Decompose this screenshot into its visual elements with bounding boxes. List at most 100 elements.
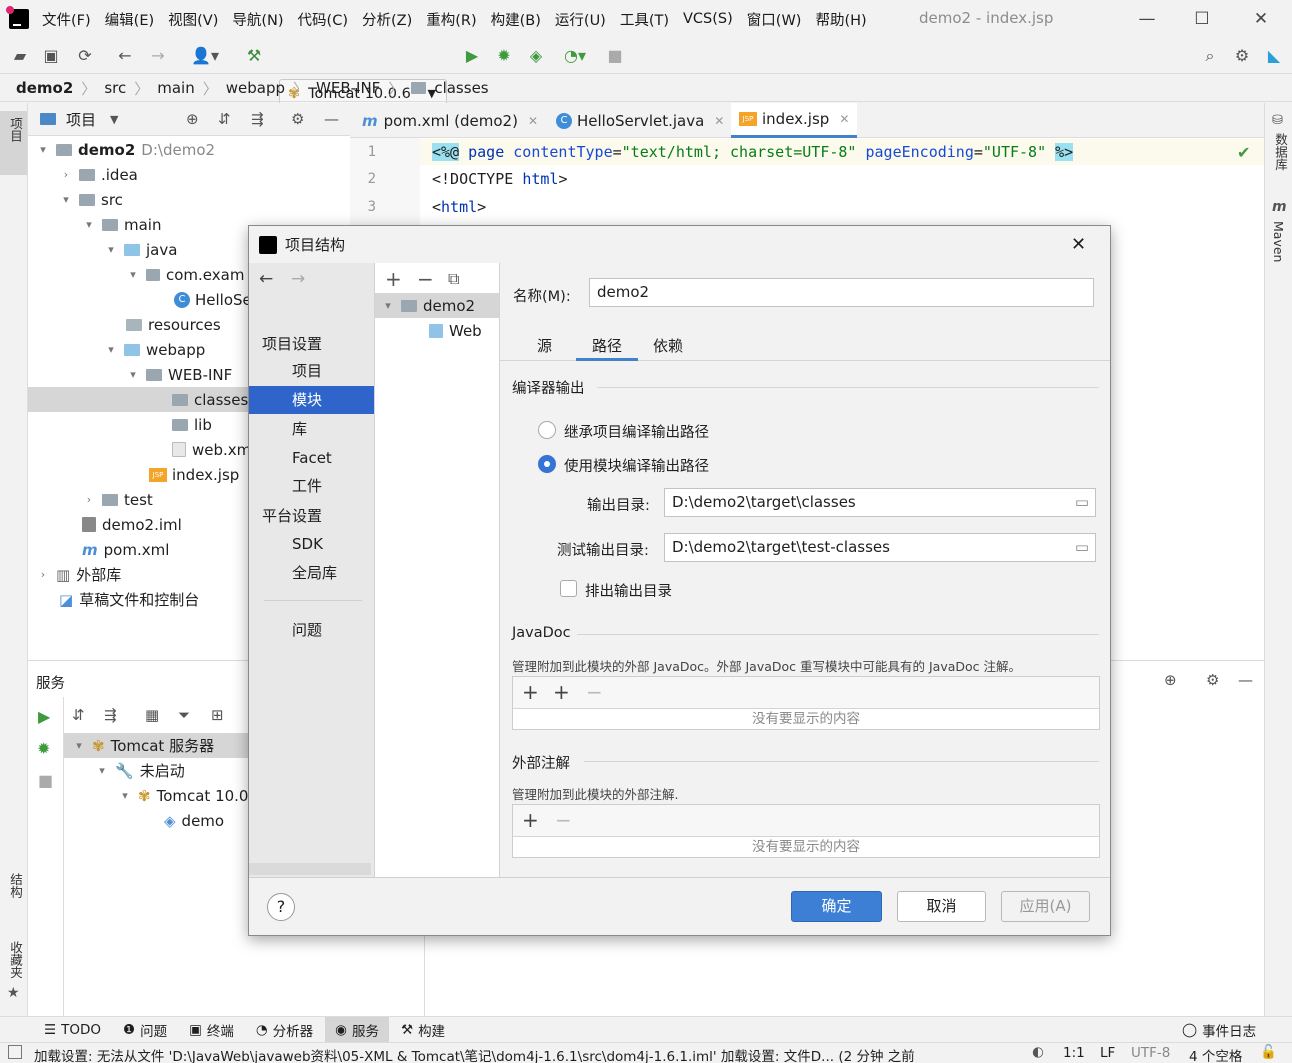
status-message[interactable]: 加载设置: 无法从文件 'D:\JavaWeb\javaweb资料\05-XML… [34,1045,994,1063]
filter-icon[interactable]: ⏷ [178,706,190,724]
exclude-output-checkbox[interactable] [560,580,577,597]
nav-item-artifacts[interactable]: 工件 [249,472,374,500]
tree-item[interactable]: ▾ com.exam [126,262,244,287]
nav-item-facets[interactable]: Facet [249,444,374,472]
code-line-1[interactable]: <%@ page contentType="text/html; charset… [432,143,1074,161]
services-tree-item[interactable]: ▾ 🔧 未启动 [95,758,184,783]
tree-item[interactable]: demo2.iml [82,512,182,537]
output-dir-field[interactable]: D:\demo2\target\classes ▭ [664,488,1096,517]
menu-run[interactable]: 运行(U) [555,9,606,30]
add-icon[interactable]: + [385,267,402,291]
name-field[interactable]: demo2 [589,278,1094,307]
browse-folder-icon[interactable]: ▭ [1075,489,1089,516]
stripe-project-button[interactable]: 项目 [0,111,27,175]
chevron-down-icon[interactable]: ▼ [110,113,118,126]
user-icon[interactable]: 👤▾ [188,45,222,67]
tool-terminal[interactable]: ▣ 终端 [179,1017,244,1043]
close-window-icon[interactable]: ✕ [1248,6,1274,32]
hide-panel-icon[interactable]: — [1238,671,1253,689]
help-button[interactable]: ? [267,893,295,921]
breadcrumb-item[interactable]: main [157,79,194,97]
copy-icon[interactable]: ⧉ [448,269,459,289]
tree-item[interactable]: resources [126,312,221,337]
menu-navigate[interactable]: 导航(N) [232,9,283,30]
code-line-3[interactable]: <html> [432,198,486,216]
tree-item[interactable]: ◪ 草稿文件和控制台 [59,587,199,612]
collapse-all-icon[interactable]: ⇶ [104,706,117,724]
menu-file[interactable]: 文件(F) [42,9,91,30]
module-output-label[interactable]: 使用模块编译输出路径 [564,455,709,476]
facet-item[interactable]: Web [429,318,482,343]
coverage-icon[interactable]: ◈ [525,45,547,67]
tool-build[interactable]: ⚒ 构建 [391,1017,455,1043]
project-view-label[interactable]: 项目 [66,109,96,130]
cancel-button[interactable]: 取消 [897,891,986,922]
breadcrumb-item[interactable]: classes [434,79,488,97]
expand-all-icon[interactable]: ⇵ [218,110,231,128]
nav-item-sdk[interactable]: SDK [249,530,374,558]
menu-build[interactable]: 构建(B) [491,9,541,30]
close-icon[interactable]: ✕ [1071,234,1086,255]
inherit-output-radio[interactable] [538,421,556,439]
tool-event-log[interactable]: ◯ 事件日志 [1172,1017,1266,1043]
module-item[interactable]: ▾ demo2 [381,293,475,318]
stop-icon[interactable]: ■ [38,771,53,790]
open-folder-icon[interactable]: ▰ [9,45,31,67]
tab-pom[interactable]: m pom.xml (demo2) ✕ [354,103,546,138]
tree-item[interactable]: JSP index.jsp [149,462,239,487]
add-url-icon[interactable]: + [553,680,570,704]
toolbox-icon[interactable]: ◣ [1263,45,1285,67]
forward-icon[interactable]: → [147,45,169,67]
save-icon[interactable]: ▣ [40,45,62,67]
run-icon[interactable]: ▶ [38,707,50,726]
tool-services[interactable]: ◉ 服务 [325,1016,389,1043]
stop-icon[interactable]: ■ [604,45,626,67]
test-output-dir-field[interactable]: D:\demo2\target\test-classes ▭ [664,533,1096,562]
hector-icon[interactable]: ◐ [1032,1044,1044,1060]
options-gear-icon[interactable]: ⚙ [291,110,304,128]
breadcrumb-item[interactable]: webapp [226,79,285,97]
exclude-output-label[interactable]: 排出输出目录 [585,580,672,601]
tab-dependencies[interactable]: 依赖 [653,335,683,356]
menu-refactor[interactable]: 重构(R) [426,9,476,30]
ok-button[interactable]: 确定 [791,891,882,922]
hide-panel-icon[interactable]: — [324,110,339,128]
tab-paths[interactable]: 路径 [576,335,638,361]
debug-icon[interactable]: ✹ [37,739,50,758]
back-icon[interactable]: ← [259,269,273,289]
tree-item[interactable]: › ▥ 外部库 [36,562,121,587]
search-icon[interactable]: ⌕ [1199,45,1221,67]
status-line-separator[interactable]: LF [1100,1045,1115,1061]
services-tree-item[interactable]: ▾ ✾ Tomcat 服务器 [72,733,214,758]
module-output-radio[interactable] [538,455,556,473]
menu-view[interactable]: 视图(V) [168,9,218,30]
tree-root[interactable]: ▾ demo2 D:\demo2 [36,137,215,162]
inherit-output-label[interactable]: 继承项目编译输出路径 [564,421,709,442]
close-icon[interactable]: ✕ [528,114,538,128]
tree-item[interactable]: ▾ src [59,187,123,212]
debug-icon[interactable]: ✹ [493,45,515,67]
nav-item-modules[interactable]: 模块 [249,386,374,414]
collapse-all-icon[interactable]: ⇶ [251,110,264,128]
minimize-icon[interactable]: — [1134,6,1160,32]
browse-folder-icon[interactable]: ▭ [1075,534,1089,561]
nav-item-libraries[interactable]: 库 [249,415,374,443]
options-gear-icon[interactable]: ⚙ [1206,671,1219,689]
expand-all-icon[interactable]: ⇵ [72,706,85,724]
build-hammer-icon[interactable]: ⚒ [243,45,265,67]
tree-item[interactable]: ▾ java [104,237,177,262]
close-icon[interactable]: ✕ [839,112,849,126]
tree-item[interactable]: web.xm [172,437,251,462]
tab-sources[interactable]: 源 [537,335,552,356]
group-icon[interactable]: ▦ [145,706,159,724]
nav-item-problems[interactable]: 问题 [249,616,374,644]
add-icon[interactable]: + [522,680,539,704]
run-icon[interactable]: ▶ [461,45,483,67]
remove-icon[interactable]: − [417,267,434,291]
lock-icon[interactable]: 🔓 [1260,1044,1277,1060]
back-icon[interactable]: ← [114,45,136,67]
tree-item[interactable]: › .idea [59,162,138,187]
star-icon[interactable]: ★ [7,985,20,1001]
status-encoding[interactable]: UTF-8 [1131,1045,1170,1061]
forward-icon[interactable]: → [291,269,305,289]
